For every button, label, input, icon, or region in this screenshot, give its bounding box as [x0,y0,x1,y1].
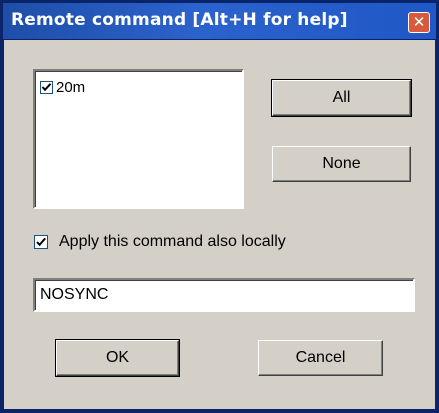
apply-locally-option[interactable]: Apply this command also locally [34,232,286,252]
list-item-20m[interactable]: 20m [40,78,85,96]
apply-locally-checkbox[interactable] [34,235,48,249]
checkbox-20m[interactable] [40,80,53,94]
window-title: Remote command [Alt+H for help] [11,10,348,30]
checkmark-icon [36,237,46,247]
command-input[interactable]: NOSYNC [33,278,415,312]
title-bar[interactable]: Remote command [Alt+H for help] ✕ [3,3,436,39]
none-button[interactable]: None [272,146,411,182]
ok-button[interactable]: OK [55,339,180,377]
list-item-label: 20m [56,78,86,96]
checkmark-icon [41,82,52,91]
band-listbox[interactable]: 20m [33,69,244,209]
dialog-body: 20m All None Apply this command also loc… [4,40,435,409]
apply-locally-label: Apply this command also locally [59,233,286,250]
cancel-button[interactable]: Cancel [258,340,383,376]
remote-command-dialog: Remote command [Alt+H for help] ✕ 20m Al… [0,0,439,413]
all-button[interactable]: All [271,79,412,117]
close-icon[interactable]: ✕ [408,12,430,33]
